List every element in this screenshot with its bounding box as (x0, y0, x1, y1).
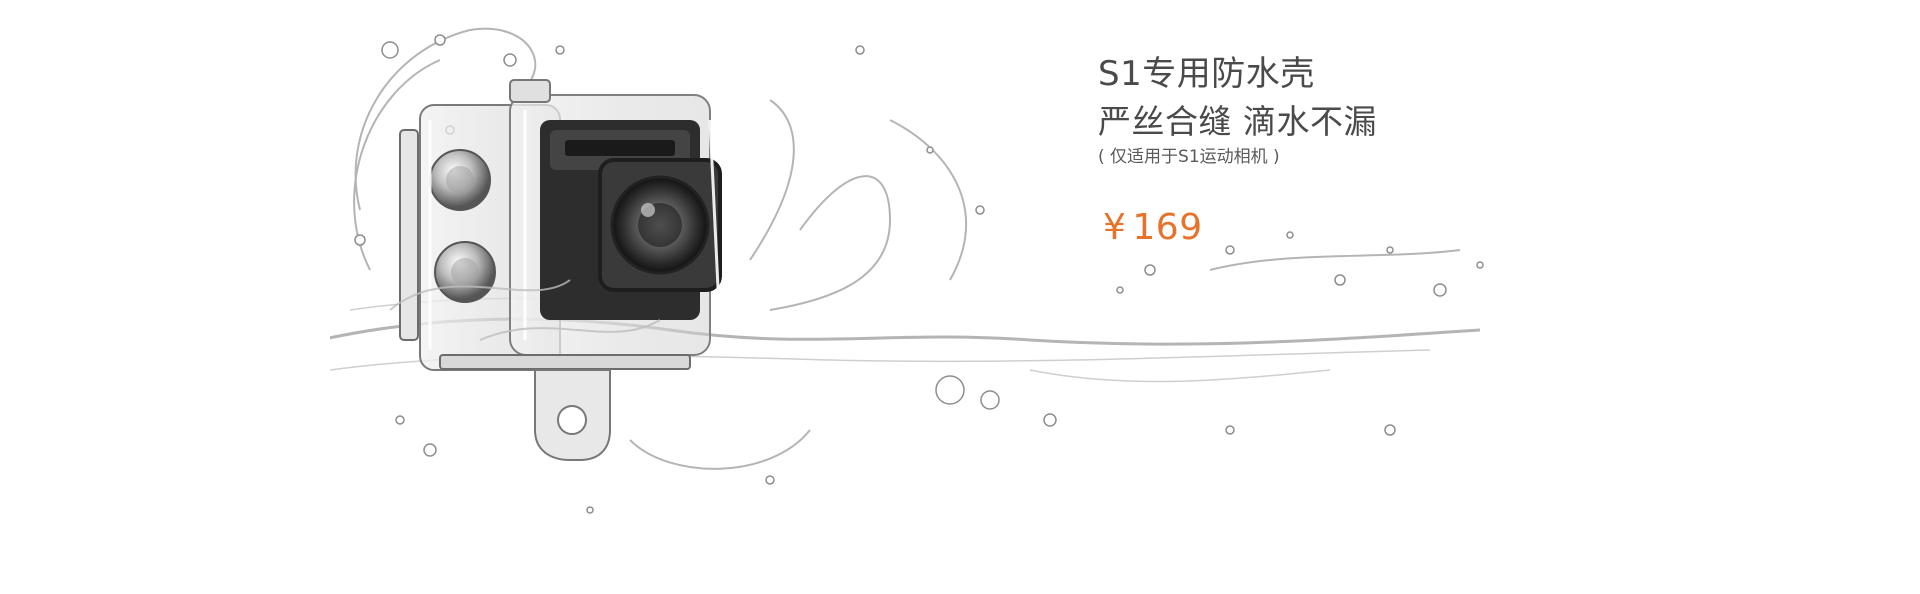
promo-copy: S1专用防水壳 严丝合缝 滴水不漏 ( 仅适用于S1运动相机 ) (1098, 52, 1518, 168)
product-tagline: 严丝合缝 滴水不漏 (1098, 102, 1377, 141)
product-title: S1专用防水壳 (1098, 54, 1315, 94)
currency-symbol: ¥ (1103, 207, 1127, 248)
promo-banner[interactable]: S1专用防水壳 严丝合缝 滴水不漏 ( 仅适用于S1运动相机 ) ¥169 (0, 0, 1920, 594)
compatibility-note: ( 仅适用于S1运动相机 ) (1098, 147, 1280, 167)
price-value: 169 (1132, 207, 1203, 248)
price-label: ¥169 (1103, 206, 1203, 250)
